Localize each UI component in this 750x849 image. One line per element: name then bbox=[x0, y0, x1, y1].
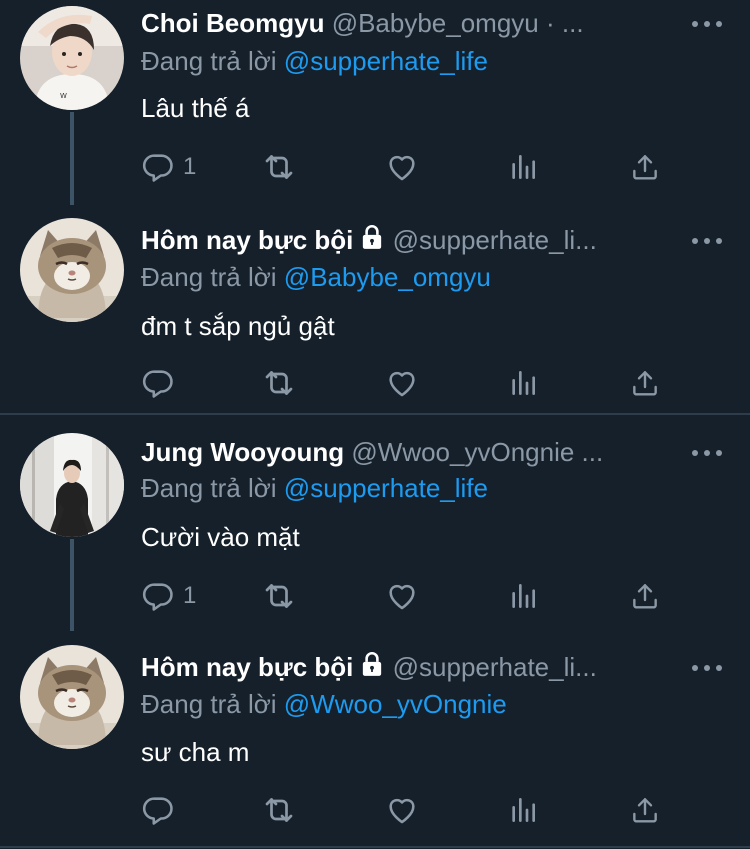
reply-thread-feed: Choi Beomgyu @Babybe_omgyu · ... Đang tr… bbox=[0, 0, 750, 849]
action-bar: 1 bbox=[141, 578, 681, 614]
thread-connector bbox=[70, 539, 74, 631]
reply-count: 1 bbox=[183, 582, 197, 609]
share-icon bbox=[629, 367, 661, 399]
analytics-button[interactable] bbox=[507, 149, 539, 185]
divider bbox=[0, 846, 750, 848]
mention-link[interactable]: @Wwoo_yvOngnie bbox=[284, 689, 507, 719]
mention-link[interactable]: @supperhate_life bbox=[284, 473, 488, 503]
tweet[interactable]: Hôm nay bực bội @supperhate_li... Đang t… bbox=[0, 205, 750, 413]
retweet-icon bbox=[261, 578, 297, 614]
avatar[interactable] bbox=[20, 6, 124, 110]
display-name[interactable]: Choi Beomgyu bbox=[141, 8, 324, 38]
avatar[interactable] bbox=[20, 645, 124, 749]
reply-button[interactable] bbox=[141, 792, 175, 828]
reply-icon bbox=[141, 366, 175, 400]
share-icon bbox=[629, 580, 661, 612]
analytics-icon bbox=[507, 151, 539, 183]
replying-to: Đang trả lời @supperhate_life bbox=[141, 44, 488, 78]
analytics-button[interactable] bbox=[507, 365, 539, 401]
analytics-button[interactable] bbox=[507, 578, 539, 614]
more-icon[interactable] bbox=[692, 448, 722, 458]
user-handle[interactable]: @Wwoo_yvOngnie ... bbox=[351, 437, 603, 467]
retweet-button[interactable] bbox=[261, 149, 297, 185]
user-handle[interactable]: @supperhate_li... bbox=[393, 225, 597, 255]
analytics-button[interactable] bbox=[507, 792, 539, 828]
share-icon bbox=[629, 151, 661, 183]
share-button[interactable] bbox=[629, 365, 661, 401]
replying-to: Đang trả lời @supperhate_life bbox=[141, 471, 488, 505]
retweet-button[interactable] bbox=[261, 365, 297, 401]
more-icon[interactable] bbox=[692, 19, 722, 29]
replying-to-label: Đang trả lời bbox=[141, 262, 277, 292]
display-name[interactable]: Jung Wooyoung bbox=[141, 437, 344, 467]
like-button[interactable] bbox=[385, 149, 419, 185]
lock-icon bbox=[359, 650, 385, 678]
like-button[interactable] bbox=[385, 578, 419, 614]
analytics-icon bbox=[507, 580, 539, 612]
more-icon[interactable] bbox=[692, 663, 722, 673]
tweet[interactable]: Hôm nay bực bội @supperhate_li... Đang t… bbox=[0, 631, 750, 847]
like-icon bbox=[385, 579, 419, 613]
mention-link[interactable]: @Babybe_omgyu bbox=[284, 262, 491, 292]
thread-connector bbox=[70, 112, 74, 205]
like-icon bbox=[385, 366, 419, 400]
replying-to-label: Đang trả lời bbox=[141, 689, 277, 719]
like-button[interactable] bbox=[385, 792, 419, 828]
share-button[interactable] bbox=[629, 149, 661, 185]
display-name[interactable]: Hôm nay bực bội bbox=[141, 652, 353, 682]
share-button[interactable] bbox=[629, 792, 661, 828]
like-icon bbox=[385, 150, 419, 184]
user-handle[interactable]: @Babybe_omgyu · ... bbox=[332, 8, 584, 38]
tweet-text: sư cha m bbox=[141, 737, 250, 767]
action-bar: 1 bbox=[141, 149, 681, 185]
user-handle[interactable]: @supperhate_li... bbox=[393, 652, 597, 682]
analytics-icon bbox=[507, 367, 539, 399]
reply-button[interactable]: 1 bbox=[141, 578, 196, 614]
tweet-text: Lâu thế á bbox=[141, 93, 250, 123]
reply-button[interactable] bbox=[141, 365, 175, 401]
tweet-text: Cười vào mặt bbox=[141, 522, 300, 552]
replying-to-label: Đang trả lời bbox=[141, 473, 277, 503]
reply-button[interactable]: 1 bbox=[141, 149, 196, 185]
reply-count: 1 bbox=[183, 153, 197, 180]
share-button[interactable] bbox=[629, 578, 661, 614]
replying-to: Đang trả lời @Babybe_omgyu bbox=[141, 260, 491, 294]
retweet-icon bbox=[261, 792, 297, 828]
reply-icon bbox=[141, 579, 175, 613]
avatar[interactable] bbox=[20, 218, 124, 322]
like-icon bbox=[385, 793, 419, 827]
retweet-button[interactable] bbox=[261, 578, 297, 614]
analytics-icon bbox=[507, 794, 539, 826]
share-icon bbox=[629, 794, 661, 826]
lock-icon bbox=[359, 223, 385, 251]
reply-icon bbox=[141, 793, 175, 827]
tweet-header: Hôm nay bực bội @supperhate_li... bbox=[141, 223, 670, 257]
tweet-header: Hôm nay bực bội @supperhate_li... bbox=[141, 650, 670, 684]
replying-to-label: Đang trả lời bbox=[141, 46, 277, 76]
like-button[interactable] bbox=[385, 365, 419, 401]
tweet[interactable]: Choi Beomgyu @Babybe_omgyu · ... Đang tr… bbox=[0, 0, 750, 205]
retweet-icon bbox=[261, 365, 297, 401]
mention-link[interactable]: @supperhate_life bbox=[284, 46, 488, 76]
tweet[interactable]: Jung Wooyoung @Wwoo_yvOngnie ... Đang tr… bbox=[0, 415, 750, 631]
action-bar bbox=[141, 792, 681, 828]
replying-to: Đang trả lời @Wwoo_yvOngnie bbox=[141, 687, 507, 721]
avatar[interactable] bbox=[20, 433, 124, 537]
tweet-header: Choi Beomgyu @Babybe_omgyu · ... bbox=[141, 6, 670, 40]
tweet-header: Jung Wooyoung @Wwoo_yvOngnie ... bbox=[141, 435, 670, 469]
reply-icon bbox=[141, 150, 175, 184]
more-icon[interactable] bbox=[692, 236, 722, 246]
retweet-icon bbox=[261, 149, 297, 185]
retweet-button[interactable] bbox=[261, 792, 297, 828]
display-name[interactable]: Hôm nay bực bội bbox=[141, 225, 353, 255]
action-bar bbox=[141, 365, 681, 401]
tweet-text: đm t sắp ngủ gật bbox=[141, 311, 335, 341]
